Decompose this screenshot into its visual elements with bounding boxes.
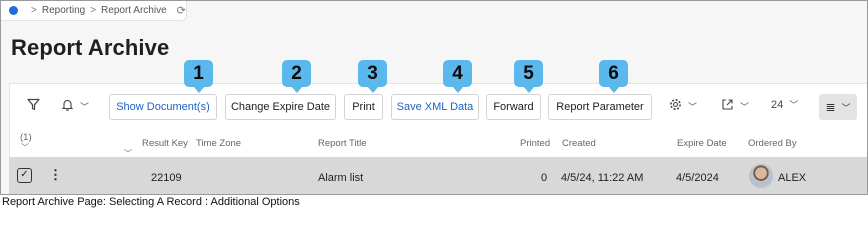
callout-badge-1: 1 <box>184 60 213 93</box>
report-parameter-button[interactable]: Report Parameter <box>548 94 652 120</box>
cell-created: 4/5/24, 11:22 AM <box>561 172 644 184</box>
chevron-down-icon: ﹀ <box>841 102 851 113</box>
column-header-ordered-by[interactable]: Ordered By <box>748 138 797 149</box>
export-icon <box>721 98 734 114</box>
column-header-expire-date[interactable]: Expire Date <box>677 138 727 149</box>
chevron-down-icon: ﹀ <box>80 101 90 112</box>
save-xml-data-button[interactable]: Save XML Data <box>391 94 479 120</box>
page-size-select[interactable]: 24 ﹀ <box>771 98 798 111</box>
refresh-icon[interactable]: ⟳ <box>177 4 186 17</box>
chevron-down-icon: ﹀ <box>789 100 799 110</box>
filter-icon[interactable] <box>27 98 40 111</box>
export-dropdown[interactable]: ﹀ <box>721 98 749 114</box>
breadcrumb-separator: > <box>31 5 37 16</box>
bell-icon <box>61 98 74 114</box>
view-mode-dropdown[interactable]: ≣ ﹀ <box>819 94 857 120</box>
gear-icon <box>669 98 682 114</box>
status-dot-icon <box>9 6 18 15</box>
print-button[interactable]: Print <box>344 94 383 120</box>
app-frame: > Reporting > Report Archive ⟳ Report Ar… <box>0 0 868 195</box>
column-header-time-zone[interactable]: Time Zone <box>196 138 241 149</box>
forward-button[interactable]: Forward <box>486 94 541 120</box>
cell-ordered-by: ALEX <box>778 172 807 184</box>
callout-badge-4: 4 <box>443 60 472 93</box>
breadcrumb-item-report-archive: Report Archive <box>101 5 167 16</box>
avatar <box>749 164 773 188</box>
notification-dropdown[interactable]: ﹀ <box>61 98 89 114</box>
cell-printed: 0 <box>541 172 548 184</box>
change-expire-date-button[interactable]: Change Expire Date <box>225 94 336 120</box>
row-checkbox-checked-icon[interactable]: ✓ <box>17 168 32 183</box>
column-header-report-title[interactable]: Report Title <box>318 138 367 149</box>
settings-dropdown[interactable]: ﹀ <box>669 98 697 114</box>
column-header-result-key[interactable]: Result Key <box>142 138 188 149</box>
row-more-options-icon[interactable]: ⋮ <box>49 167 62 183</box>
toolbar: ﹀ Show Document(s) Change Expire Date Pr… <box>9 83 867 130</box>
chevron-down-icon: ﹀ <box>740 101 750 112</box>
table-header: (1) ﹀ ﹀ Result Key Time Zone Report Titl… <box>9 129 867 158</box>
column-header-printed[interactable]: Printed <box>520 138 550 149</box>
callout-badge-2: 2 <box>282 60 311 93</box>
page-size-value: 24 <box>771 98 784 111</box>
select-all-chevron-icon[interactable]: ﹀ <box>21 142 29 153</box>
callout-badge-5: 5 <box>514 60 543 93</box>
callout-badge-6: 6 <box>599 60 628 93</box>
column-header-created[interactable]: Created <box>562 138 596 149</box>
breadcrumb: > Reporting > Report Archive ⟳ <box>1 1 187 21</box>
cell-result-key: 22109 <box>151 172 182 184</box>
cell-expire-date: 4/5/2024 <box>676 172 719 184</box>
chevron-down-icon: ﹀ <box>688 101 698 112</box>
list-view-icon: ≣ <box>825 100 836 114</box>
figure-caption: Report Archive Page: Selecting A Record … <box>2 196 300 208</box>
callout-badge-3: 3 <box>358 60 387 93</box>
breadcrumb-item-reporting[interactable]: Reporting <box>42 5 85 16</box>
show-documents-button[interactable]: Show Document(s) <box>109 94 217 120</box>
table-row[interactable]: ✓ ⋮ 22109 Alarm list 0 4/5/24, 11:22 AM … <box>9 157 867 194</box>
breadcrumb-separator: > <box>90 5 97 16</box>
page-title: Report Archive <box>11 35 170 60</box>
cell-report-title: Alarm list <box>318 172 364 184</box>
